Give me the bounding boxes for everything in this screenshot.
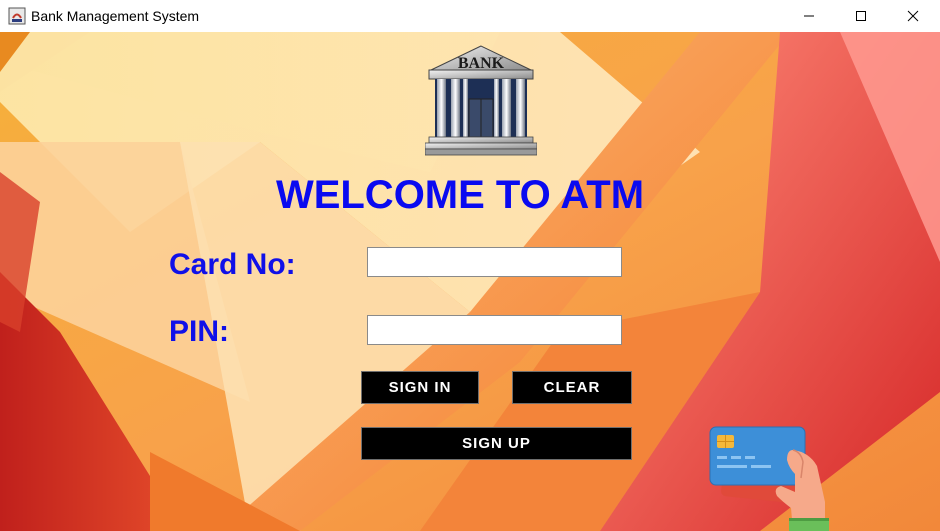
sign-in-button[interactable]: SIGN IN: [361, 371, 479, 404]
bank-logo-text: BANK: [458, 55, 505, 72]
close-button[interactable]: [890, 0, 936, 32]
window-title: Bank Management System: [31, 8, 200, 24]
pin-label: PIN:: [169, 315, 229, 348]
title-bar[interactable]: Bank Management System: [0, 0, 940, 32]
maximize-icon: [856, 11, 866, 21]
hand-credit-card-icon: [709, 426, 829, 531]
maximize-button[interactable]: [838, 0, 884, 32]
pin-input[interactable]: [367, 315, 622, 345]
welcome-heading: WELCOME TO ATM: [275, 173, 645, 217]
sign-up-button[interactable]: SIGN UP: [361, 427, 632, 460]
java-app-icon: [8, 7, 26, 25]
close-icon: [907, 10, 919, 22]
minimize-button[interactable]: [786, 0, 832, 32]
app-window: Bank Management System BANK WELCOME TO A…: [0, 0, 940, 531]
card-number-input[interactable]: [367, 247, 622, 277]
bank-building-icon: BANK: [425, 45, 537, 156]
clear-button[interactable]: CLEAR: [512, 371, 632, 404]
login-panel: BANK WELCOME TO ATM Card No: PIN: SIGN I…: [0, 32, 940, 531]
card-number-label: Card No:: [169, 248, 296, 281]
minimize-icon: [804, 15, 814, 17]
